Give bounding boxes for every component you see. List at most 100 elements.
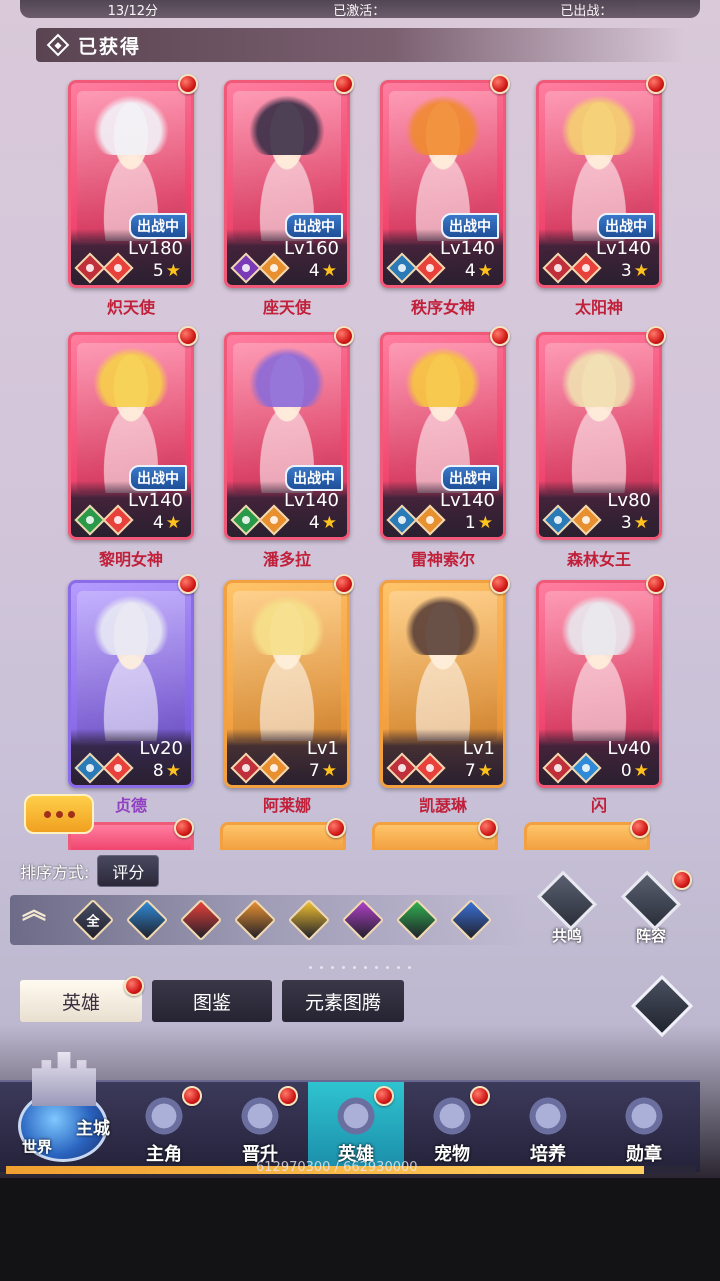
hero-name: 阿莱娜 bbox=[262, 796, 311, 815]
nav-item-4[interactable]: 培养 bbox=[500, 1082, 596, 1174]
in-battle-badge: 出战中 bbox=[129, 465, 187, 491]
hero-stars: 1 ★ bbox=[465, 513, 493, 533]
hero-red-dot bbox=[646, 74, 666, 94]
hero-level: Lv140 bbox=[439, 490, 495, 511]
nav-label: 主角 bbox=[146, 1144, 182, 1165]
hero-card[interactable]: Lv160 4 ★ 出战中 bbox=[224, 80, 350, 288]
lineup-button[interactable]: 阵容 bbox=[616, 870, 692, 946]
hero-stars: 4 ★ bbox=[309, 261, 337, 281]
nav-emblem-icon bbox=[237, 1096, 283, 1136]
hero-star-count: 4 bbox=[152, 513, 164, 533]
hero-star-count: 4 bbox=[464, 261, 476, 281]
nav-item-0[interactable]: 主角 bbox=[116, 1082, 212, 1174]
hero-level: Lv140 bbox=[283, 490, 339, 511]
hero-card[interactable]: Lv1 7 ★ bbox=[380, 580, 506, 788]
hero-red-dot bbox=[490, 326, 510, 346]
nav-red-dot bbox=[278, 1086, 298, 1106]
filter-all-icon[interactable]: 全 bbox=[71, 898, 115, 942]
hero-level: Lv1 bbox=[462, 738, 495, 759]
hero-card[interactable]: Lv140 3 ★ 出战中 bbox=[536, 80, 662, 288]
hero-red-dot bbox=[326, 818, 346, 838]
hero-star-count: 3 bbox=[620, 261, 632, 281]
hero-card[interactable]: Lv180 5 ★ 出战中 bbox=[68, 80, 194, 288]
filter-star-icon[interactable] bbox=[449, 898, 493, 942]
tab-heroes-label: 英雄 bbox=[61, 991, 100, 1014]
tab-codex[interactable]: 图鉴 bbox=[152, 980, 272, 1022]
in-battle-badge: 出战中 bbox=[129, 213, 187, 239]
hero-star-count: 7 bbox=[308, 761, 320, 781]
hero-red-dot bbox=[490, 74, 510, 94]
nav-emblem-icon bbox=[429, 1096, 475, 1136]
hero-red-dot bbox=[334, 74, 354, 94]
chat-bubble-icon[interactable] bbox=[24, 794, 94, 834]
hero-card[interactable]: Lv140 4 ★ 出战中 bbox=[68, 332, 194, 540]
filter-all-label: 全 bbox=[86, 914, 100, 930]
resonance-button[interactable]: 共鸣 bbox=[532, 870, 602, 946]
in-battle-badge: 出战中 bbox=[441, 213, 499, 239]
hero-red-dot bbox=[178, 574, 198, 594]
tab-element-totem[interactable]: 元素图腾 bbox=[282, 980, 404, 1022]
lineup-red-dot bbox=[672, 870, 692, 890]
hero-card[interactable]: Lv140 4 ★ 出战中 bbox=[380, 80, 506, 288]
collapse-chevron-icon[interactable]: ︽ bbox=[22, 898, 46, 922]
hero-grid: Lv180 5 ★ 出战中 炽天使 Lv160 4 ★ 出战中 座天使 Lv140 4 ★ 出战中 秩序女神… bbox=[0, 0, 720, 860]
eye-icon[interactable] bbox=[630, 974, 694, 1038]
hero-name: 凯瑟琳 bbox=[418, 796, 467, 815]
star-icon: ★ bbox=[321, 261, 337, 281]
resonance-label: 共鸣 bbox=[551, 927, 582, 945]
star-icon: ★ bbox=[321, 761, 337, 781]
nav-label: 培养 bbox=[530, 1144, 566, 1165]
nav-item-5[interactable]: 勋章 bbox=[596, 1082, 692, 1174]
hero-card[interactable]: Lv140 1 ★ 出战中 bbox=[380, 332, 506, 540]
hero-star-count: 3 bbox=[620, 513, 632, 533]
hero-stars: 7 ★ bbox=[465, 761, 493, 781]
hero-star-count: 8 bbox=[152, 761, 164, 781]
exp-text: 612970300 / 662930000 bbox=[256, 1160, 418, 1175]
filter-water-icon[interactable] bbox=[125, 898, 169, 942]
filter-wind-icon[interactable] bbox=[395, 898, 439, 942]
hero-card[interactable]: Lv20 8 ★ bbox=[68, 580, 194, 788]
main-city-label: 主城 bbox=[76, 1119, 110, 1139]
element-filter-bar: ︽ 全 bbox=[10, 895, 530, 945]
divider-dots bbox=[260, 966, 460, 972]
sort-dropdown[interactable]: 评分 bbox=[97, 855, 160, 887]
hero-name: 炽天使 bbox=[106, 298, 155, 317]
hero-red-dot bbox=[478, 818, 498, 838]
hero-name: 太阳神 bbox=[574, 298, 623, 317]
hero-card[interactable]: Lv40 0 ★ bbox=[536, 580, 662, 788]
hero-level: Lv160 bbox=[283, 238, 339, 259]
hero-red-dot bbox=[630, 818, 650, 838]
world-button[interactable]: 世界 主城 bbox=[14, 1052, 114, 1162]
hero-level: Lv140 bbox=[439, 238, 495, 259]
filter-dark-icon[interactable] bbox=[341, 898, 385, 942]
hero-level: Lv80 bbox=[607, 490, 651, 511]
device-bezel bbox=[0, 1178, 720, 1281]
nav-label: 宠物 bbox=[434, 1144, 470, 1165]
hero-name: 座天使 bbox=[262, 298, 311, 317]
filter-light-icon[interactable] bbox=[287, 898, 331, 942]
hero-screen: { "header": {"section_title": "已获得"}, "t… bbox=[0, 0, 720, 1281]
hero-card[interactable]: Lv140 4 ★ 出战中 bbox=[224, 332, 350, 540]
nav-item-3[interactable]: 宠物 bbox=[404, 1082, 500, 1174]
in-battle-badge: 出战中 bbox=[597, 213, 655, 239]
hero-level: Lv140 bbox=[595, 238, 651, 259]
hero-level: Lv140 bbox=[127, 490, 183, 511]
filter-fire-icon[interactable] bbox=[179, 898, 223, 942]
resonance-icon bbox=[536, 870, 598, 931]
hero-red-dot bbox=[334, 326, 354, 346]
star-icon: ★ bbox=[633, 261, 649, 281]
hero-name: 闪 bbox=[590, 796, 607, 815]
hero-card[interactable]: Lv1 7 ★ bbox=[224, 580, 350, 788]
hero-stars: 0 ★ bbox=[621, 761, 649, 781]
sort-label: 排序方式: bbox=[20, 863, 90, 882]
nav-emblem-icon bbox=[525, 1096, 571, 1136]
nav-red-dot bbox=[470, 1086, 490, 1106]
star-icon: ★ bbox=[633, 761, 649, 781]
hero-red-dot bbox=[646, 574, 666, 594]
hero-name: 森林女王 bbox=[566, 550, 631, 569]
filter-earth-icon[interactable] bbox=[233, 898, 277, 942]
hero-name: 潘多拉 bbox=[262, 550, 311, 569]
tab-heroes[interactable]: 英雄 bbox=[20, 976, 144, 1022]
hero-card[interactable]: Lv80 3 ★ bbox=[536, 332, 662, 540]
hero-star-count: 0 bbox=[620, 761, 632, 781]
